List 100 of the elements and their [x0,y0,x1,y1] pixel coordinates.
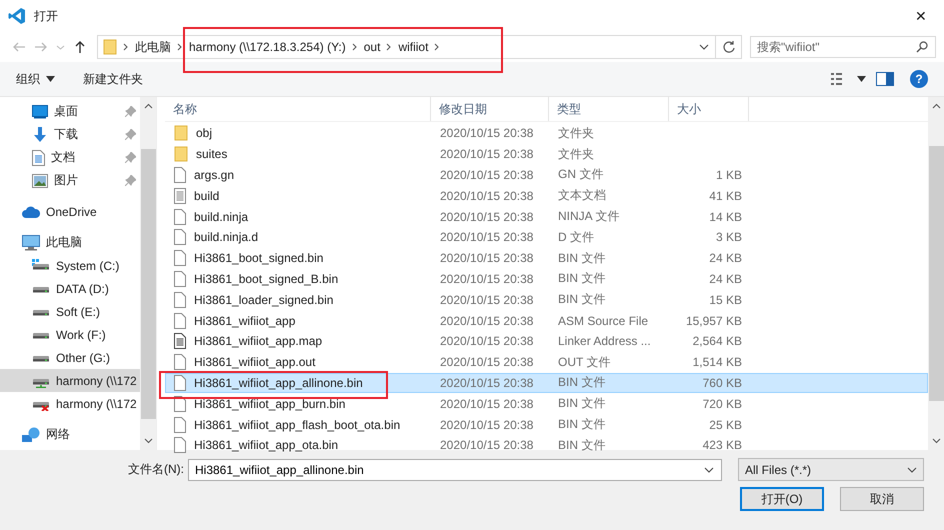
date-cell-text: 2020/10/15 20:38 [439,355,534,370]
preview-pane-icon[interactable] [876,72,894,86]
file-name: obj [196,126,212,140]
file-icon [174,312,186,329]
document-icon [32,150,45,166]
type-cell-text: BIN 文件 [557,436,606,454]
breadcrumb[interactable]: out [364,40,380,54]
up-arrow-icon[interactable] [73,40,87,54]
file-row[interactable]: build.ninja.d 2020/10/15 20:38 D 文件 3 KB [165,226,928,248]
chevron-icon [123,43,129,51]
file-row[interactable]: obj 2020/10/15 20:38 文件夹 [165,123,928,144]
file-row[interactable]: Hi3861_wifiiot_app 2020/10/15 20:38 ASM Source File 15,957 KB [165,310,928,331]
sidebar-item[interactable]: 此电脑 [0,231,140,254]
size-cell-text: 15,957 KB [684,314,743,328]
file-row[interactable]: Hi3861_wifiiot_app_burn.bin 2020/10/15 20:38 BIN 文件 720 KB [165,393,928,414]
file-name: Hi3861_boot_signed.bin [194,251,324,266]
file-name: build [194,188,220,203]
file-icon [174,166,186,183]
sidebar-item[interactable]: 下载 [0,123,140,146]
folder-icon [174,125,188,142]
sidebar-item[interactable]: 网络 [0,423,140,446]
new-folder-button[interactable]: 新建文件夹 [79,68,147,90]
column-header[interactable]: 大小 [669,97,749,121]
address-bar[interactable]: 此电脑 harmony (\\172.18.3.254) (Y:) out wifiiot [97,35,742,59]
file-icon [174,270,186,287]
filename-field[interactable]: Hi3861_wifiiot_app_allinone.bin [188,458,722,480]
file-icon [174,416,186,433]
help-button[interactable]: ? [910,70,928,88]
sidebar-item[interactable]: DATA (D:) [0,277,140,300]
type-cell-text: Linker Address ... [557,334,652,348]
type-cell-text: 文件夹 [557,124,595,142]
folder-icon [103,39,117,55]
scroll-down-icon[interactable] [144,438,152,444]
column-header[interactable]: 修改日期 [431,97,549,121]
sidebar-item[interactable]: 文档 [0,146,140,169]
dropdown-caret-icon[interactable] [699,43,709,51]
search-field[interactable]: 搜索"wifiiot" [750,36,936,58]
refresh-icon[interactable] [722,40,736,54]
chevron-icon [386,43,392,51]
breadcrumb[interactable]: harmony (\\172.18.3.254) (Y:) [189,40,346,54]
file-icon [174,229,186,246]
file-row[interactable]: Hi3861_wifiiot_app_ota.bin 2020/10/15 20:38 BIN 文件 423 KB [165,434,928,456]
type-cell-text: BIN 文件 [557,395,606,412]
column-header[interactable]: 类型 [549,97,669,121]
scrollbar[interactable] [140,97,156,450]
sidebar-item[interactable]: harmony (\\172 [0,369,140,392]
file-row[interactable]: Hi3861_loader_signed.bin 2020/10/15 20:38 BIN 文件 15 KB [165,289,928,310]
file-row[interactable]: suites 2020/10/15 20:38 文件夹 [165,144,928,165]
breadcrumb[interactable]: 此电脑 [135,38,171,56]
file-type-dropdown[interactable]: All Files (*.*) [738,458,924,481]
file-row[interactable]: Hi3861_wifiiot_app_flash_boot_ota.bin 2020/10/15 20:38 BIN 文件 25 KB [165,414,928,435]
sidebar-item[interactable]: harmony (\\172 [0,392,140,415]
sidebar-item[interactable]: 桌面 [0,100,140,123]
caret-icon[interactable] [857,76,866,82]
chevron-icon[interactable] [434,43,440,51]
file-row[interactable]: Hi3861_boot_signed_B.bin 2020/10/15 20:38 BIN 文件 24 KB [165,268,928,290]
size-cell-text: 24 KB [708,272,743,286]
file-row[interactable]: args.gn 2020/10/15 20:38 GN 文件 1 KB [165,164,928,186]
file-row[interactable]: Hi3861_wifiiot_app.out 2020/10/15 20:38 OUT 文件 1,514 KB [165,352,928,373]
scroll-down-icon[interactable] [932,438,940,444]
file-icon [174,354,186,370]
file-icon [174,208,186,225]
date-cell-text: 2020/10/15 20:38 [439,126,534,140]
date-cell-text: 2020/10/15 20:38 [439,396,534,411]
scroll-up-icon[interactable] [932,103,940,109]
open-button[interactable]: 打开(O) [740,487,824,511]
file-row[interactable]: Hi3861_boot_signed.bin 2020/10/15 20:38 BIN 文件 24 KB [165,248,928,269]
date-cell-text: 2020/10/15 20:38 [439,314,534,328]
file-row[interactable]: Hi3861_wifiiot_app_allinone.bin 2020/10/15 20:38 BIN 文件 760 KB [165,372,928,394]
date-cell-text: 2020/10/15 20:38 [439,230,534,244]
sidebar-item[interactable]: OneDrive [0,200,140,223]
caret-icon [46,76,55,82]
size-cell-text: 15 KB [708,292,743,307]
file-name: Hi3861_wifiiot_app.out [194,355,316,370]
network-globe-icon [22,426,40,442]
sidebar-item[interactable]: 图片 [0,169,140,192]
folder-icon [174,146,188,162]
type-cell-text: GN 文件 [557,166,604,184]
breadcrumb[interactable]: wifiiot [398,40,428,54]
size-cell-text: 1,514 KB [692,355,743,370]
organize-menu[interactable]: 组织 [12,68,59,90]
size-cell-text: 3 KB [714,230,743,244]
chevron-icon [177,43,183,51]
cancel-button[interactable]: 取消 [840,487,924,511]
sidebar-item[interactable]: System (C:) [0,254,140,277]
type-cell-text: 文件夹 [557,146,595,163]
text-file-icon [174,188,186,204]
file-row[interactable]: Hi3861_wifiiot_app.map 2020/10/15 20:38 Linker Address ... 2,564 KB [165,330,928,352]
sidebar-item[interactable]: Other (G:) [0,346,140,369]
scrollbar[interactable] [928,97,944,450]
file-row[interactable]: build 2020/10/15 20:38 文本文档 41 KB [165,185,928,206]
column-header[interactable]: 名称 [165,97,431,121]
scroll-up-icon[interactable] [144,103,152,109]
file-name: Hi3861_wifiiot_app_burn.bin [194,396,346,411]
sidebar-item[interactable]: Soft (E:) [0,300,140,323]
close-button[interactable]: ✕ [898,0,944,32]
type-cell-text: ASM Source File [557,314,650,328]
down-arrow-icon [32,126,48,142]
file-row[interactable]: build.ninja 2020/10/15 20:38 NINJA 文件 14 KB [165,206,928,227]
sidebar-item[interactable]: Work (F:) [0,323,140,346]
